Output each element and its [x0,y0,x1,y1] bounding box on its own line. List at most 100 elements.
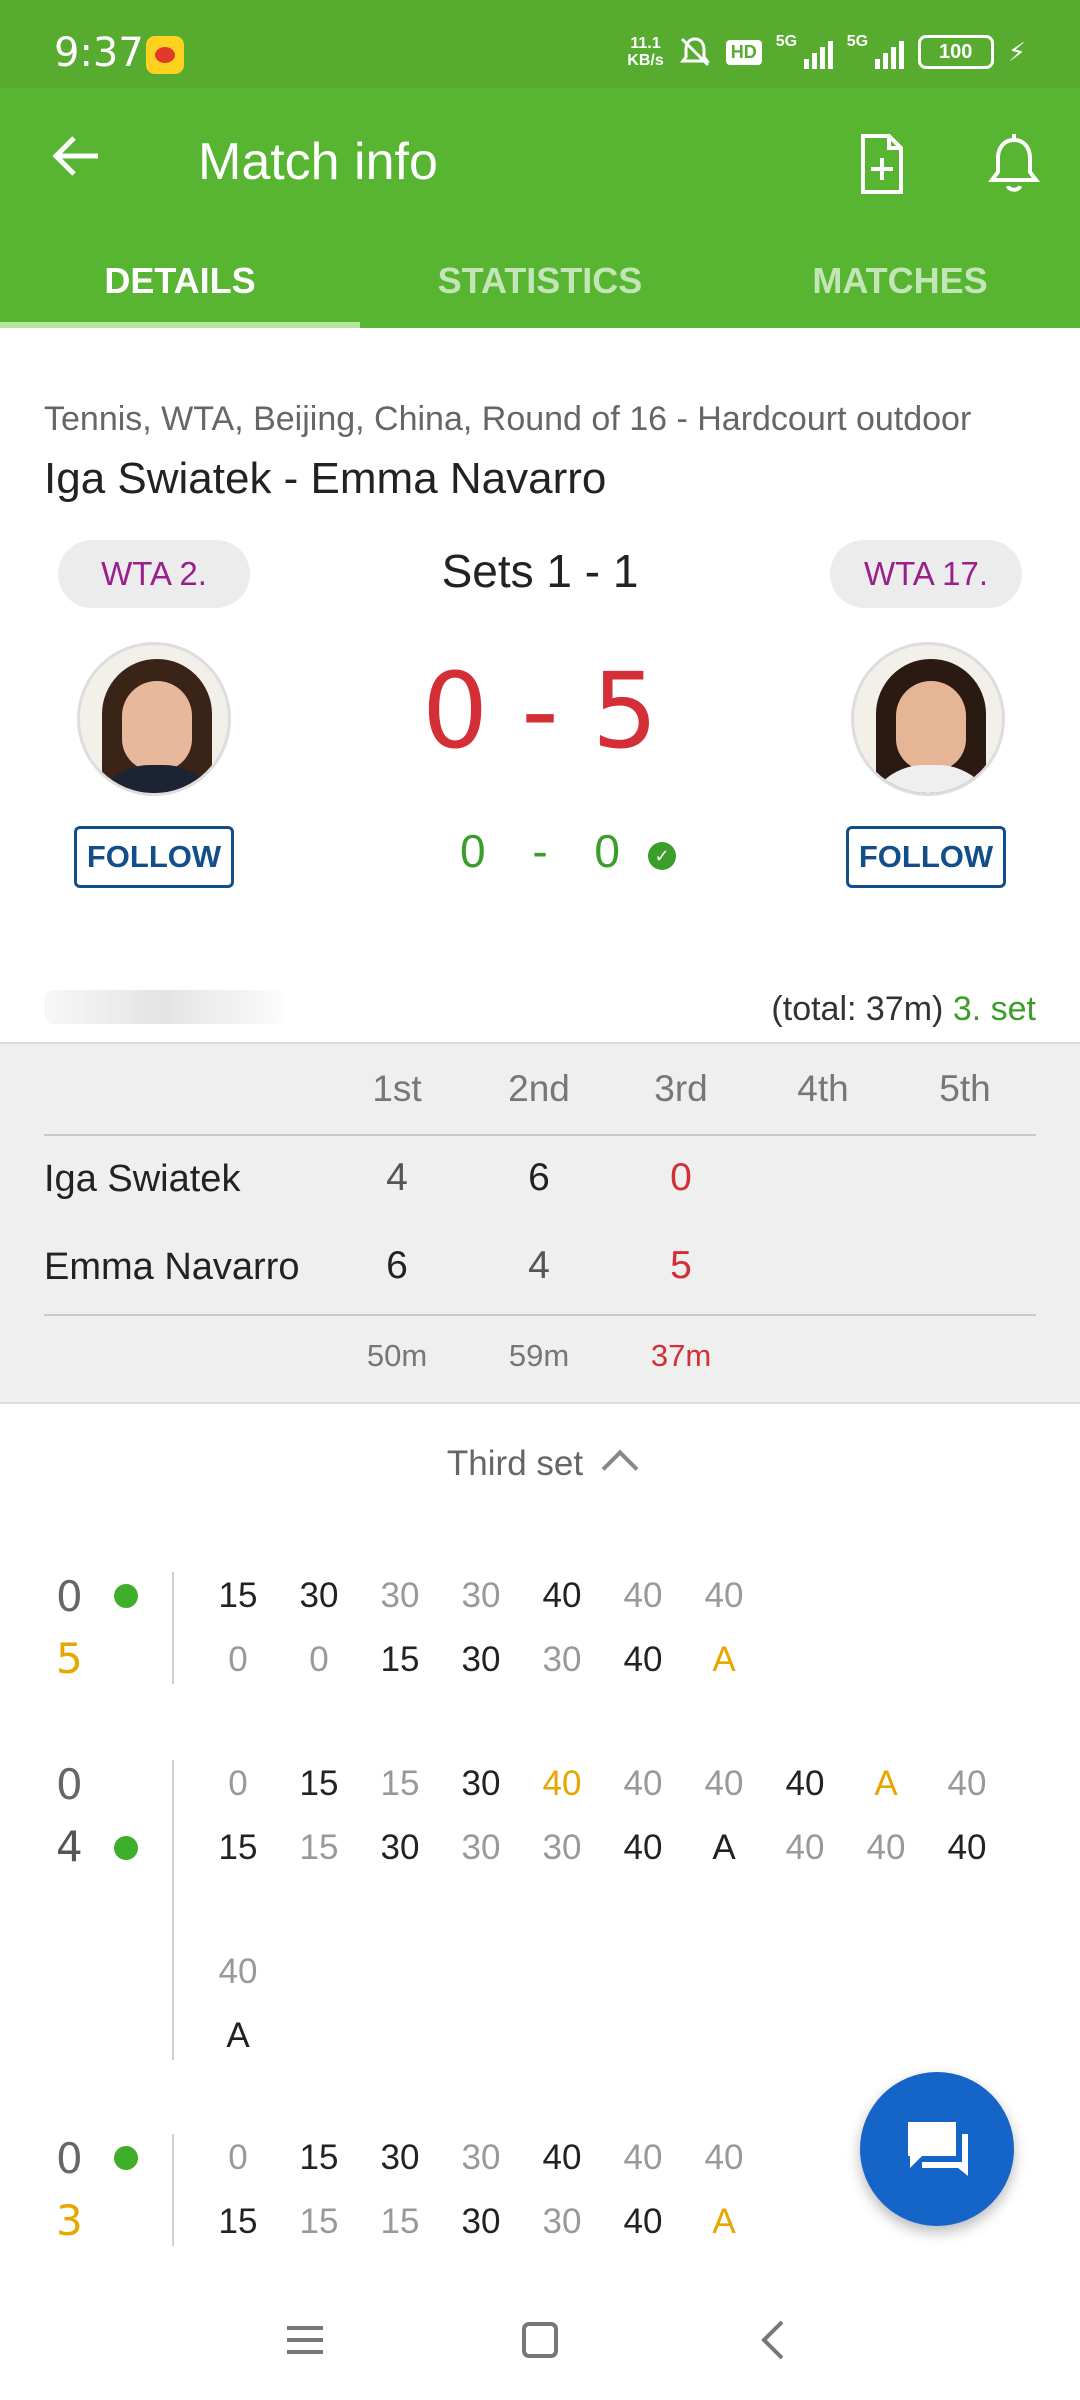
current-set-score: 0 - 5 [422,650,658,772]
serve-indicator-icon: ✓ [648,842,676,870]
player-name-away: Emma Navarro [44,1246,300,1288]
game-score-away: 0 [594,825,620,877]
divider [44,1134,1036,1136]
chat-icon [908,2122,968,2176]
point: 40 [947,1828,987,1867]
set-scoreboard: 1st 2nd 3rd 4th 5th Iga Swiatek 4 6 0 Em… [0,1042,1080,1404]
point: 15 [218,1576,258,1615]
set-header-1: 1st [372,1068,422,1109]
hd-badge: HD [725,39,762,65]
point: 30 [542,1640,582,1679]
point: 30 [299,1576,339,1615]
home-icon[interactable] [510,2310,570,2370]
notification-app-icon [146,36,184,74]
point: 15 [299,1764,339,1803]
follow-home-button[interactable]: FOLLOW [74,826,234,888]
signal-icon-2: 5G [846,33,904,69]
menu-icon[interactable] [275,2310,335,2370]
point: 40 [218,1952,258,1991]
point: 15 [218,1828,258,1867]
home-rank-badge[interactable]: WTA 2. [58,540,250,608]
notification-bell-icon[interactable] [978,128,1050,200]
away-avatar-face [896,681,966,771]
game-score-home: 0 [460,825,486,877]
system-nav-bar [0,2270,1080,2400]
point: 40 [785,1764,825,1803]
app-bar: Match info DETAILS STATISTICS MATCHES [0,88,1080,328]
point: 40 [542,2138,582,2177]
point: 40 [947,1764,987,1803]
add-document-icon[interactable] [845,128,917,200]
point: 15 [380,1640,420,1679]
point: 30 [380,2138,420,2177]
point: 30 [461,1764,501,1803]
point: 30 [461,1576,501,1615]
point: 15 [380,1764,420,1803]
network-type: 5G [775,33,798,50]
chevron-up-icon [601,1449,639,1487]
home-avatar-face [122,681,192,771]
point: 30 [461,2202,501,2241]
tab-statistics[interactable]: STATISTICS [360,238,720,328]
point: 40 [542,1764,582,1803]
network-speed-value: 11.1 [630,35,661,52]
away-set-3: 5 [670,1244,692,1287]
match-duration: (total: 37m) 3. set [771,990,1036,1029]
home-player-avatar[interactable] [77,642,231,796]
set-duration-1: 50m [366,1338,428,1373]
away-player-avatar[interactable] [851,642,1005,796]
section-label: Third set [446,1444,584,1483]
point: 15 [380,2202,420,2241]
away-rank-badge[interactable]: WTA 17. [830,540,1022,608]
game-home-score: 0 [56,1572,83,1621]
tab-bar: DETAILS STATISTICS MATCHES [0,238,1080,328]
point: A [226,2016,250,2055]
set-duration-3: 37m [650,1338,712,1373]
point: 40 [704,2138,744,2177]
divider [172,1760,174,2060]
blurred-label [44,990,284,1024]
point: 30 [461,2138,501,2177]
set-header-5: 5th [939,1068,991,1109]
point: 40 [623,1640,663,1679]
page-title: Match info [198,133,438,191]
match-title: Iga Swiatek - Emma Navarro [44,454,607,503]
point: 40 [866,1828,906,1867]
home-set-1: 4 [386,1156,408,1199]
set-duration-2: 59m [508,1338,570,1373]
point: 40 [704,1764,744,1803]
network-type-2: 5G [846,33,869,50]
point: 0 [228,1764,248,1803]
divider [172,2134,174,2246]
follow-away-button[interactable]: FOLLOW [846,826,1006,888]
game-score: 0 - 0 [460,824,620,878]
game-away-score: 4 [56,1822,83,1871]
chat-button[interactable] [860,2072,1014,2226]
home-set-2: 6 [528,1156,550,1199]
set-header-4: 4th [797,1068,849,1109]
network-speed-unit: KB/s [627,52,664,69]
point: 30 [380,1828,420,1867]
point: 40 [623,1764,663,1803]
point: 40 [542,1576,582,1615]
serve-dot-icon [114,1836,138,1860]
signal-icon: 5G [775,33,833,69]
point: 40 [623,1576,663,1615]
current-set-label: 3. set [952,990,1036,1028]
serve-dot-icon [114,1584,138,1608]
point: A [712,1640,736,1679]
total-duration: (total: 37m) [771,990,944,1028]
game-away-score: 3 [56,2196,83,2245]
third-set-toggle[interactable]: Third set [0,1444,1080,1487]
game-home-score: 0 [56,2134,83,2183]
point: 0 [228,1640,248,1679]
back-arrow-icon[interactable] [40,120,112,192]
point: 40 [623,2138,663,2177]
back-icon[interactable] [744,2310,804,2370]
away-set-1: 6 [386,1244,408,1287]
divider [172,1572,174,1684]
tab-matches[interactable]: MATCHES [720,238,1080,328]
active-tab-indicator [0,322,360,328]
game-away-score: 5 [56,1634,83,1683]
tab-details[interactable]: DETAILS [0,238,360,328]
